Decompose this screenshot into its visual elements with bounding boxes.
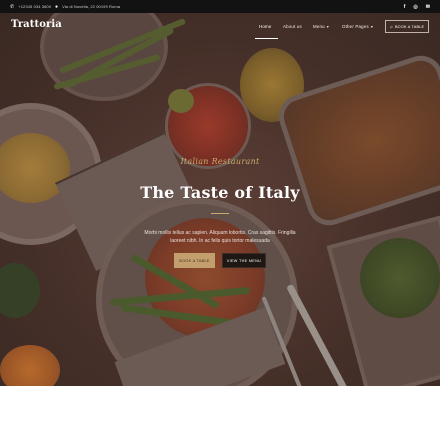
view-menu-button[interactable]: VIEW THE MENU [222,253,266,268]
book-table-button[interactable]: BOOK A TABLE [174,253,215,268]
bell-icon: ♫ [389,24,393,29]
title-divider [211,213,229,214]
salad-image [360,238,440,318]
instagram-icon[interactable]: ◎ [413,4,417,10]
chevron-down-icon: ▾ [370,24,374,29]
social-links: f ◎ ✉ [404,0,430,13]
address-text: Via di Novella, 22 00199 Roma [62,4,121,9]
hero-title: The Taste of Italy [140,183,300,202]
site-logo[interactable]: Trattoria [11,19,62,30]
phone-number: +12345 034 3600 [18,4,52,9]
book-table-header-button[interactable]: ♫ BOOK A TABLE [385,20,429,33]
top-info-bar: ✆ +12345 034 3600 ● Via di Novella, 22 0… [0,0,440,13]
nav-item-menu-label: Menu [313,24,325,29]
nav-item-other-pages[interactable]: Other Pages ▾ [342,24,373,29]
email-icon[interactable]: ✉ [426,4,430,10]
hero-subtitle: Italian Restaurant [180,157,260,166]
nav-item-other-pages-label: Other Pages [342,24,369,29]
orange-drink-image [0,345,60,386]
greens-image [0,263,40,318]
nav-item-home[interactable]: Home [259,24,272,29]
nav-item-about[interactable]: About us [283,24,302,29]
phone-info[interactable]: ✆ +12345 034 3600 [10,0,51,13]
phone-icon: ✆ [10,3,15,10]
hero-description: Morbi mollis tellus ac sapien. Aliquam l… [144,230,296,244]
facebook-icon[interactable]: f [404,4,406,10]
nav-active-indicator [255,38,278,39]
nav-item-menu[interactable]: Menu ▾ [313,24,329,29]
location-pin-icon: ● [55,3,59,10]
address-info[interactable]: ● Via di Novella, 22 00199 Roma [55,0,120,13]
olive-image [168,89,194,113]
chevron-down-icon: ▾ [326,24,330,29]
book-table-header-label: BOOK A TABLE [394,24,425,29]
